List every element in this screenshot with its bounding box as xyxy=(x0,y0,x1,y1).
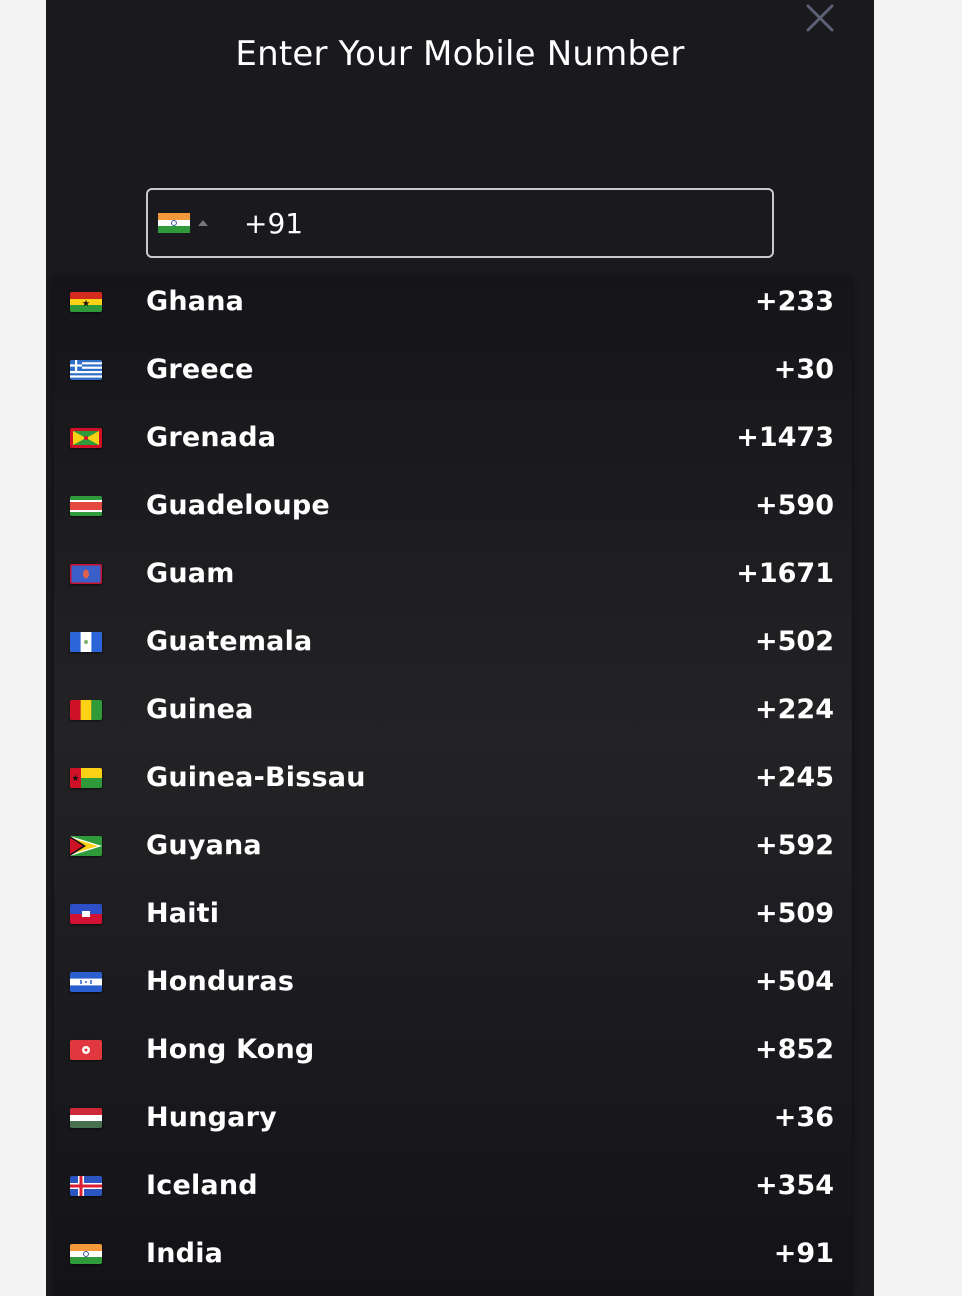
country-option-hong-kong[interactable]: Hong Kong +852 xyxy=(54,1026,852,1094)
country-dial-code: +91 xyxy=(773,1238,834,1269)
country-dial-code: +502 xyxy=(755,626,834,657)
country-option-iceland[interactable]: Iceland +354 xyxy=(54,1162,852,1230)
country-name: Guam xyxy=(146,558,235,589)
country-option-honduras[interactable]: Honduras +504 xyxy=(54,958,852,1026)
caret-up-icon xyxy=(198,220,208,226)
country-name: Haiti xyxy=(146,898,220,929)
india-flag-icon xyxy=(158,213,190,233)
country-dial-code: +592 xyxy=(755,830,834,861)
country-name: Hungary xyxy=(146,1102,277,1133)
country-name: Guinea-Bissau xyxy=(146,762,366,793)
country-list: Ghana +233 Greece +30 Grenada +1473 Guadeloupe… xyxy=(54,278,852,1296)
mobile-number-modal: Enter Your Mobile Number Ghana +233 Greece… xyxy=(46,0,874,1296)
close-icon[interactable] xyxy=(804,2,836,34)
country-name: Guadeloupe xyxy=(146,490,330,521)
country-dial-code: +30 xyxy=(773,354,834,385)
guadeloupe-flag-icon xyxy=(70,496,102,516)
haiti-flag-icon xyxy=(70,904,102,924)
country-option-guam[interactable]: Guam +1671 xyxy=(54,550,852,618)
country-option-haiti[interactable]: Haiti +509 xyxy=(54,890,852,958)
country-name: Ghana xyxy=(146,286,245,317)
hungary-flag-icon xyxy=(70,1108,102,1128)
country-dial-code: +224 xyxy=(755,694,834,725)
guatemala-flag-icon xyxy=(70,632,102,652)
country-dial-code: +36 xyxy=(773,1102,834,1133)
guyana-flag-icon xyxy=(70,836,102,856)
country-name: India xyxy=(146,1238,224,1269)
guinea-flag-icon xyxy=(70,700,102,720)
greece-flag-icon xyxy=(70,360,102,380)
phone-input[interactable] xyxy=(244,190,744,256)
country-name: Grenada xyxy=(146,422,277,453)
country-option-guinea[interactable]: Guinea +224 xyxy=(54,686,852,754)
phone-number-field[interactable] xyxy=(146,188,774,258)
country-option-grenada[interactable]: Grenada +1473 xyxy=(54,414,852,482)
country-option-guatemala[interactable]: Guatemala +502 xyxy=(54,618,852,686)
iceland-flag-icon xyxy=(70,1176,102,1196)
country-dial-code: +1671 xyxy=(736,558,834,589)
close-button[interactable] xyxy=(804,2,836,34)
country-dial-code: +233 xyxy=(755,286,834,317)
country-option-hungary[interactable]: Hungary +36 xyxy=(54,1094,852,1162)
country-name: Guyana xyxy=(146,830,262,861)
country-dial-code: +354 xyxy=(755,1170,834,1201)
country-option-greece[interactable]: Greece +30 xyxy=(54,346,852,414)
country-name: Iceland xyxy=(146,1170,258,1201)
country-name: Greece xyxy=(146,354,254,385)
ghana-flag-icon xyxy=(70,292,102,312)
hong-kong-flag-icon xyxy=(70,1040,102,1060)
country-name: Honduras xyxy=(146,966,295,997)
country-name: Hong Kong xyxy=(146,1034,315,1065)
country-dial-code: +245 xyxy=(755,762,834,793)
country-option-ghana[interactable]: Ghana +233 xyxy=(54,278,852,346)
modal-title: Enter Your Mobile Number xyxy=(235,34,685,74)
grenada-flag-icon xyxy=(70,428,102,448)
country-option-guyana[interactable]: Guyana +592 xyxy=(54,822,852,890)
country-option-guadeloupe[interactable]: Guadeloupe +590 xyxy=(54,482,852,550)
guinea-bissau-flag-icon xyxy=(70,768,102,788)
country-dropdown[interactable]: Ghana +233 Greece +30 Grenada +1473 Guadeloupe… xyxy=(54,278,852,1296)
honduras-flag-icon xyxy=(70,972,102,992)
country-name: Guinea xyxy=(146,694,254,725)
country-dial-code: +1473 xyxy=(736,422,834,453)
country-name: Guatemala xyxy=(146,626,313,657)
country-selector[interactable] xyxy=(158,190,218,256)
country-option-guinea-bissau[interactable]: Guinea-Bissau +245 xyxy=(54,754,852,822)
country-option-india[interactable]: India +91 xyxy=(54,1230,852,1296)
country-dial-code: +590 xyxy=(755,490,834,521)
country-dial-code: +852 xyxy=(755,1034,834,1065)
country-dial-code: +509 xyxy=(755,898,834,929)
india-flag-icon xyxy=(70,1244,102,1264)
country-dial-code: +504 xyxy=(755,966,834,997)
guam-flag-icon xyxy=(70,564,102,584)
